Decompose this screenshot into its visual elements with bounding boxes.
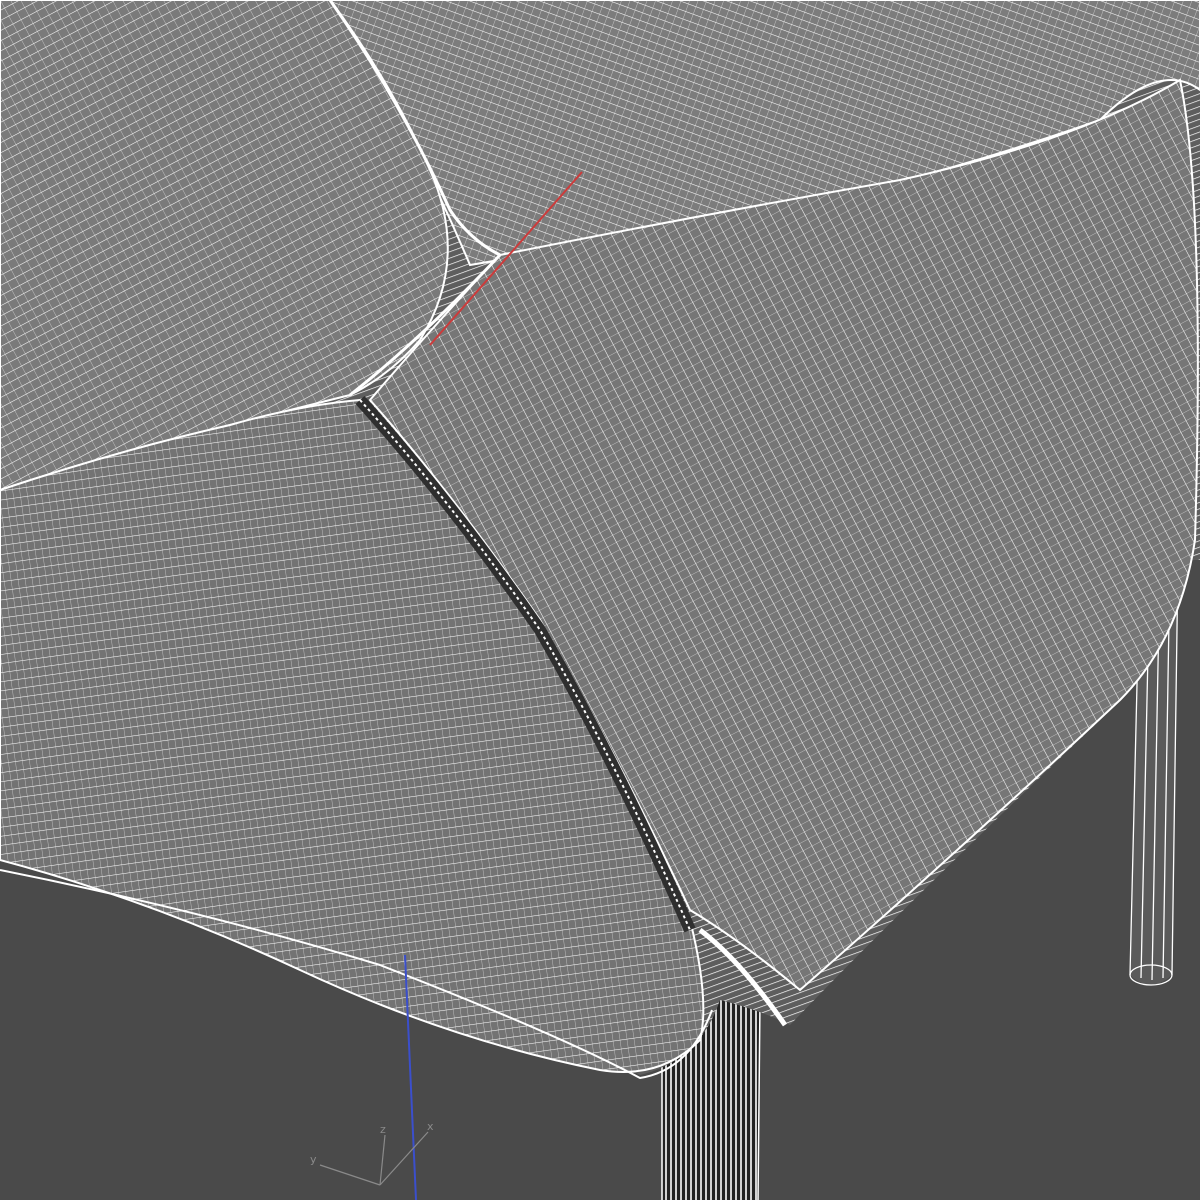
gizmo-y-label: y (310, 1153, 317, 1166)
gizmo-x-label: x (427, 1120, 434, 1133)
3d-viewport[interactable]: y z x (0, 0, 1200, 1200)
gizmo-z-label: z (380, 1123, 386, 1136)
wireframe-scene[interactable]: y z x (0, 0, 1200, 1200)
